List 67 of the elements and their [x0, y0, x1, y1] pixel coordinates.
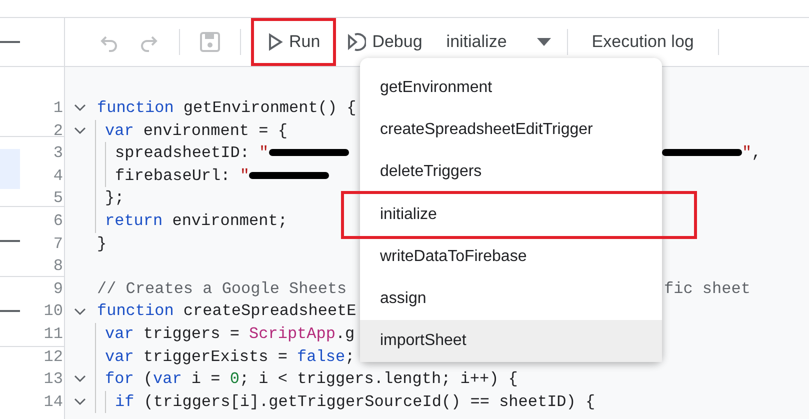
fold-chevron-icon[interactable] [74, 375, 86, 384]
menu-item[interactable]: createSpreadsheetEditTrigger [360, 109, 662, 151]
code-text: createSpreadsheetE [182, 302, 356, 320]
menu-item[interactable]: initialize [360, 194, 662, 236]
code-text: environment = { [142, 122, 288, 140]
menu-item[interactable]: getEnvironment [360, 67, 662, 109]
code-text: }; [105, 189, 124, 208]
menu-item[interactable]: writeDataToFirebase [360, 236, 662, 278]
code-text: var [105, 324, 134, 343]
line-number: 4 [53, 166, 63, 187]
code-text: ScriptApp [249, 324, 336, 343]
line-number: 7 [53, 234, 63, 255]
code-text: i = [190, 370, 222, 388]
debug-icon [346, 32, 366, 52]
code-text: false [297, 348, 346, 366]
code-text: if [115, 392, 134, 411]
code-text: for [105, 370, 134, 388]
code-text: } [97, 234, 107, 253]
line-number: 12 [44, 346, 63, 368]
code-text: .g [335, 324, 355, 343]
execution-log-button[interactable]: Execution log [574, 18, 712, 66]
line-number: 3 [53, 143, 63, 164]
code-text: , [752, 144, 762, 162]
line-number: 10 [44, 301, 63, 322]
caret-icon [536, 38, 551, 46]
code-text: return [105, 212, 163, 230]
line-number: 9 [53, 278, 63, 300]
code-text: ( [142, 370, 154, 388]
code-text: var [153, 370, 182, 388]
line-number: 6 [53, 210, 63, 232]
line-number: 11 [44, 324, 63, 345]
code-text: " [259, 144, 269, 162]
code-text: var [105, 122, 134, 140]
code-text: spreadsheetID: [115, 144, 250, 162]
code-text: " [240, 166, 250, 185]
fold-chevron-icon[interactable] [74, 308, 86, 316]
code-text: function [97, 302, 174, 320]
play-icon [267, 33, 283, 51]
code-text: // Creates a Google Sheets [97, 280, 347, 298]
code-text: (triggers[i].getTriggerSourceId() == sheetID) { [142, 392, 596, 411]
run-button[interactable]: Run [251, 18, 336, 66]
code-text: var [105, 348, 134, 366]
code-text: firebaseUrl: [115, 166, 232, 185]
menu-item[interactable]: deleteTriggers [360, 151, 662, 193]
code-text: 0 [230, 370, 240, 388]
code-text: fic sheet [664, 280, 750, 298]
code-text: " [742, 144, 752, 162]
menu-item[interactable]: assign [360, 278, 662, 320]
code-text: ; i < triggers.length; i++) { [239, 370, 518, 388]
line-number: 8 [53, 256, 63, 278]
code-text: environment; [171, 212, 288, 230]
function-select[interactable]: initialize [432, 18, 561, 66]
code-text: ; [345, 348, 355, 366]
line-number: 5 [53, 188, 63, 210]
line-number: 13 [44, 369, 63, 390]
line-number: 2 [53, 120, 63, 142]
debug-button[interactable]: Debug [336, 18, 432, 66]
code-text: getEnvironment() { [182, 99, 356, 117]
line-number: 1 [53, 98, 63, 119]
fold-chevron-icon[interactable] [74, 126, 86, 135]
fold-chevron-icon[interactable] [74, 398, 86, 406]
fold-chevron-icon[interactable] [74, 104, 86, 112]
menu-item[interactable]: importSheet [360, 320, 662, 362]
code-text: triggerExists = [142, 348, 288, 366]
line-number: 14 [44, 392, 63, 413]
code-text: function [97, 99, 174, 117]
code-text: triggers = [142, 324, 240, 343]
